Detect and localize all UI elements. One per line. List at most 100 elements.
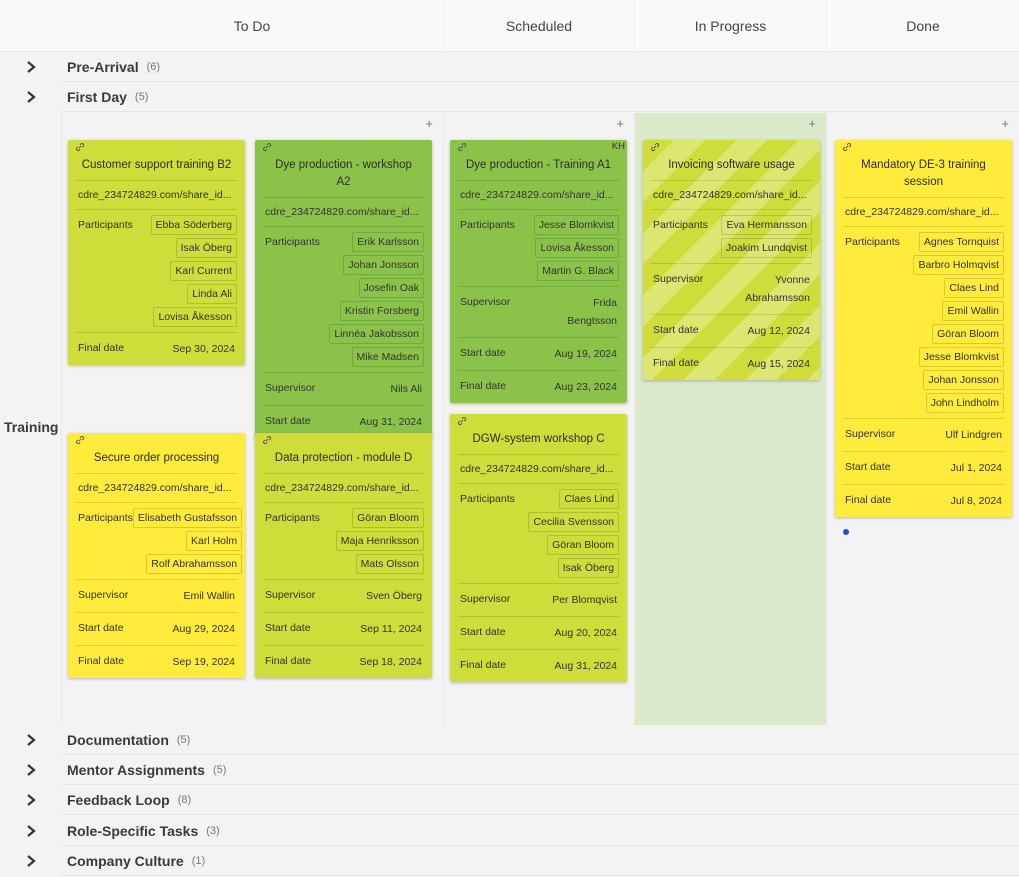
chevron-right-icon[interactable] bbox=[24, 732, 38, 748]
participant-chip[interactable]: Mike Madsen bbox=[351, 347, 424, 367]
swimlane-header[interactable]: Pre-Arrival (6) bbox=[61, 52, 1019, 82]
final-date-label: Final date bbox=[265, 655, 312, 667]
column-header-in-progress[interactable]: In Progress bbox=[634, 0, 826, 52]
supervisor-last-name: Bengtsson bbox=[567, 315, 617, 327]
supervisor-row: Supervisor Per Blomqvist bbox=[458, 584, 619, 617]
card-title: Customer support training B2 bbox=[76, 154, 237, 181]
start-date-value: Aug 19, 2024 bbox=[554, 348, 617, 360]
participant-chip[interactable]: Cecilia Svensson bbox=[528, 512, 619, 532]
participant-chip[interactable]: Emil Wallin bbox=[942, 301, 1004, 321]
add-card-button[interactable]: + bbox=[1001, 117, 1009, 131]
participant-chip[interactable]: Claes Lind bbox=[559, 489, 619, 509]
card-dgw-system-workshop[interactable]: DGW-system workshop C cdre_234724829.com… bbox=[450, 414, 627, 682]
participant-chip[interactable]: Göran Bloom bbox=[547, 535, 619, 555]
final-date-value: Jul 8, 2024 bbox=[950, 495, 1002, 507]
participant-chip[interactable]: Karl Holm bbox=[186, 531, 243, 551]
participant-chip[interactable]: Martin G. Black bbox=[537, 261, 619, 281]
participant-chip[interactable]: Maja Henriksson bbox=[335, 531, 424, 551]
card-url[interactable]: cdre_234724829.com/share_id... bbox=[458, 181, 619, 210]
participant-chip[interactable]: Erik Karlsson bbox=[352, 232, 424, 252]
swimlane-pre-arrival[interactable]: Pre-Arrival (6) bbox=[0, 52, 1019, 82]
participant-chip[interactable]: Agnes Tornquist bbox=[918, 232, 1004, 252]
participant-chip[interactable]: Johan Jonsson bbox=[923, 370, 1004, 390]
chevron-right-icon[interactable] bbox=[24, 823, 38, 839]
chevron-right-icon[interactable] bbox=[24, 792, 38, 808]
swimlane-role-specific-tasks[interactable]: Role-Specific Tasks (3) bbox=[0, 816, 1019, 846]
card-secure-order-processing[interactable]: Secure order processing cdre_234724829.c… bbox=[68, 433, 245, 678]
link-icon bbox=[76, 143, 85, 152]
participant-chip[interactable]: Lovisa Åkesson bbox=[153, 307, 237, 327]
swimlane-feedback-loop[interactable]: Feedback Loop (8) bbox=[0, 785, 1019, 815]
card-url[interactable]: cdre_234724829.com/share_id... bbox=[651, 181, 812, 210]
cell-done: + Mandatory DE-3 training session cdre_2… bbox=[826, 113, 1019, 725]
participant-chip[interactable]: Jesse Blomkvist bbox=[533, 215, 619, 235]
add-card-button[interactable]: + bbox=[425, 117, 433, 131]
card-customer-support-training[interactable]: Customer support training B2 cdre_234724… bbox=[68, 140, 245, 365]
participant-chip[interactable]: Isak Öberg bbox=[175, 238, 237, 258]
participant-chip[interactable]: Göran Bloom bbox=[932, 324, 1004, 344]
final-date-value: Sep 30, 2024 bbox=[172, 343, 235, 355]
participant-chip[interactable]: Claes Lind bbox=[944, 278, 1004, 298]
add-card-button[interactable]: + bbox=[808, 117, 816, 131]
participants-row: Participants Göran Bloom Maja Henriksson… bbox=[263, 503, 424, 580]
swimlane-documentation[interactable]: Documentation (5) bbox=[0, 725, 1019, 755]
participant-chip[interactable]: Barbro Holmqvist bbox=[913, 255, 1004, 275]
start-date-label: Start date bbox=[460, 626, 506, 638]
chevron-right-icon[interactable] bbox=[24, 853, 38, 869]
swimlane-header[interactable]: Company Culture (1) bbox=[61, 846, 1019, 876]
card-url[interactable]: cdre_234724829.com/share_id... bbox=[76, 181, 237, 210]
card-data-protection-module[interactable]: Data protection - module D cdre_23472482… bbox=[255, 433, 432, 678]
participant-chip[interactable]: Göran Bloom bbox=[352, 508, 424, 528]
participant-chip[interactable]: Johan Jonsson bbox=[343, 255, 424, 275]
add-card-button[interactable]: + bbox=[616, 117, 624, 131]
swimlane-company-culture[interactable]: Company Culture (1) bbox=[0, 846, 1019, 876]
card-dye-production-training[interactable]: KH Dye production - Training A1 cdre_234… bbox=[450, 140, 627, 403]
card-url[interactable]: cdre_234724829.com/share_id... bbox=[263, 198, 424, 227]
swimlane-header[interactable]: Documentation (5) bbox=[61, 725, 1019, 755]
swimlane-first-day[interactable]: First Day (5) bbox=[0, 82, 1019, 112]
swimlane-header[interactable]: First Day (5) bbox=[61, 82, 1019, 112]
chevron-right-icon[interactable] bbox=[24, 762, 38, 778]
participant-chip[interactable]: Josefin Oak bbox=[358, 278, 424, 298]
card-url[interactable]: cdre_234724829.com/share_id... bbox=[458, 455, 619, 484]
participant-chip[interactable]: Linda Ali bbox=[187, 284, 237, 304]
swimlane-count: (5) bbox=[134, 90, 149, 103]
card-title: Invoicing software usage bbox=[651, 154, 812, 181]
swimlane-header[interactable]: Feedback Loop (8) bbox=[61, 785, 1019, 815]
participant-chip[interactable]: Eva Hermansson bbox=[721, 215, 812, 235]
link-icon bbox=[76, 436, 85, 445]
supervisor-value: Ulf Lindgren bbox=[945, 429, 1002, 441]
participant-chip[interactable]: Elisabeth Gustafsson bbox=[132, 508, 243, 528]
participant-chip[interactable]: Karl Current bbox=[170, 261, 237, 281]
chevron-right-icon[interactable] bbox=[24, 59, 38, 75]
participant-chip[interactable]: John Lindholm bbox=[925, 393, 1004, 413]
column-header-scheduled[interactable]: Scheduled bbox=[443, 0, 634, 52]
card-url[interactable]: cdre_234724829.com/share_id... bbox=[843, 198, 1004, 227]
start-date-row: Start date Aug 20, 2024 bbox=[458, 617, 619, 650]
chevron-right-icon[interactable] bbox=[24, 89, 38, 105]
participant-chip[interactable]: Jesse Blomkvist bbox=[918, 347, 1004, 367]
column-header-todo[interactable]: To Do bbox=[61, 0, 443, 52]
participant-chip[interactable]: Joakim Lundqvist bbox=[720, 238, 812, 258]
card-dye-production-workshop[interactable]: Dye production - workshop A2 cdre_234724… bbox=[255, 140, 432, 438]
column-header-done[interactable]: Done bbox=[826, 0, 1019, 52]
card-url[interactable]: cdre_234724829.com/share_id... bbox=[263, 474, 424, 503]
swimlane-header[interactable]: Mentor Assignments (5) bbox=[61, 755, 1019, 785]
participant-chip[interactable]: Ebba Söderberg bbox=[150, 215, 237, 235]
participant-chip[interactable]: Mats Olsson bbox=[355, 554, 424, 574]
swimlane-mentor-assignments[interactable]: Mentor Assignments (5) bbox=[0, 755, 1019, 785]
card-mandatory-training-session[interactable]: Mandatory DE-3 training session cdre_234… bbox=[835, 140, 1012, 517]
participant-chip[interactable]: Linnéa Jakobsson bbox=[329, 324, 424, 344]
final-date-label: Final date bbox=[460, 659, 507, 671]
participant-chip[interactable]: Kristin Forsberg bbox=[339, 301, 424, 321]
card-url[interactable]: cdre_234724829.com/share_id... bbox=[76, 474, 237, 503]
participants-label: Participants bbox=[265, 512, 320, 524]
supervisor-label: Supervisor bbox=[78, 589, 129, 601]
participant-chip[interactable]: Rolf Abrahamsson bbox=[146, 554, 243, 574]
swimlane-title: Role-Specific Tasks bbox=[67, 822, 199, 839]
participant-chip[interactable]: Lovisa Åkesson bbox=[535, 238, 619, 258]
supervisor-label: Supervisor bbox=[845, 428, 896, 440]
card-invoicing-software-usage[interactable]: Invoicing software usage cdre_234724829.… bbox=[643, 140, 820, 380]
swimlane-header[interactable]: Role-Specific Tasks (3) bbox=[61, 816, 1019, 846]
participant-chip[interactable]: Isak Öberg bbox=[557, 558, 619, 578]
